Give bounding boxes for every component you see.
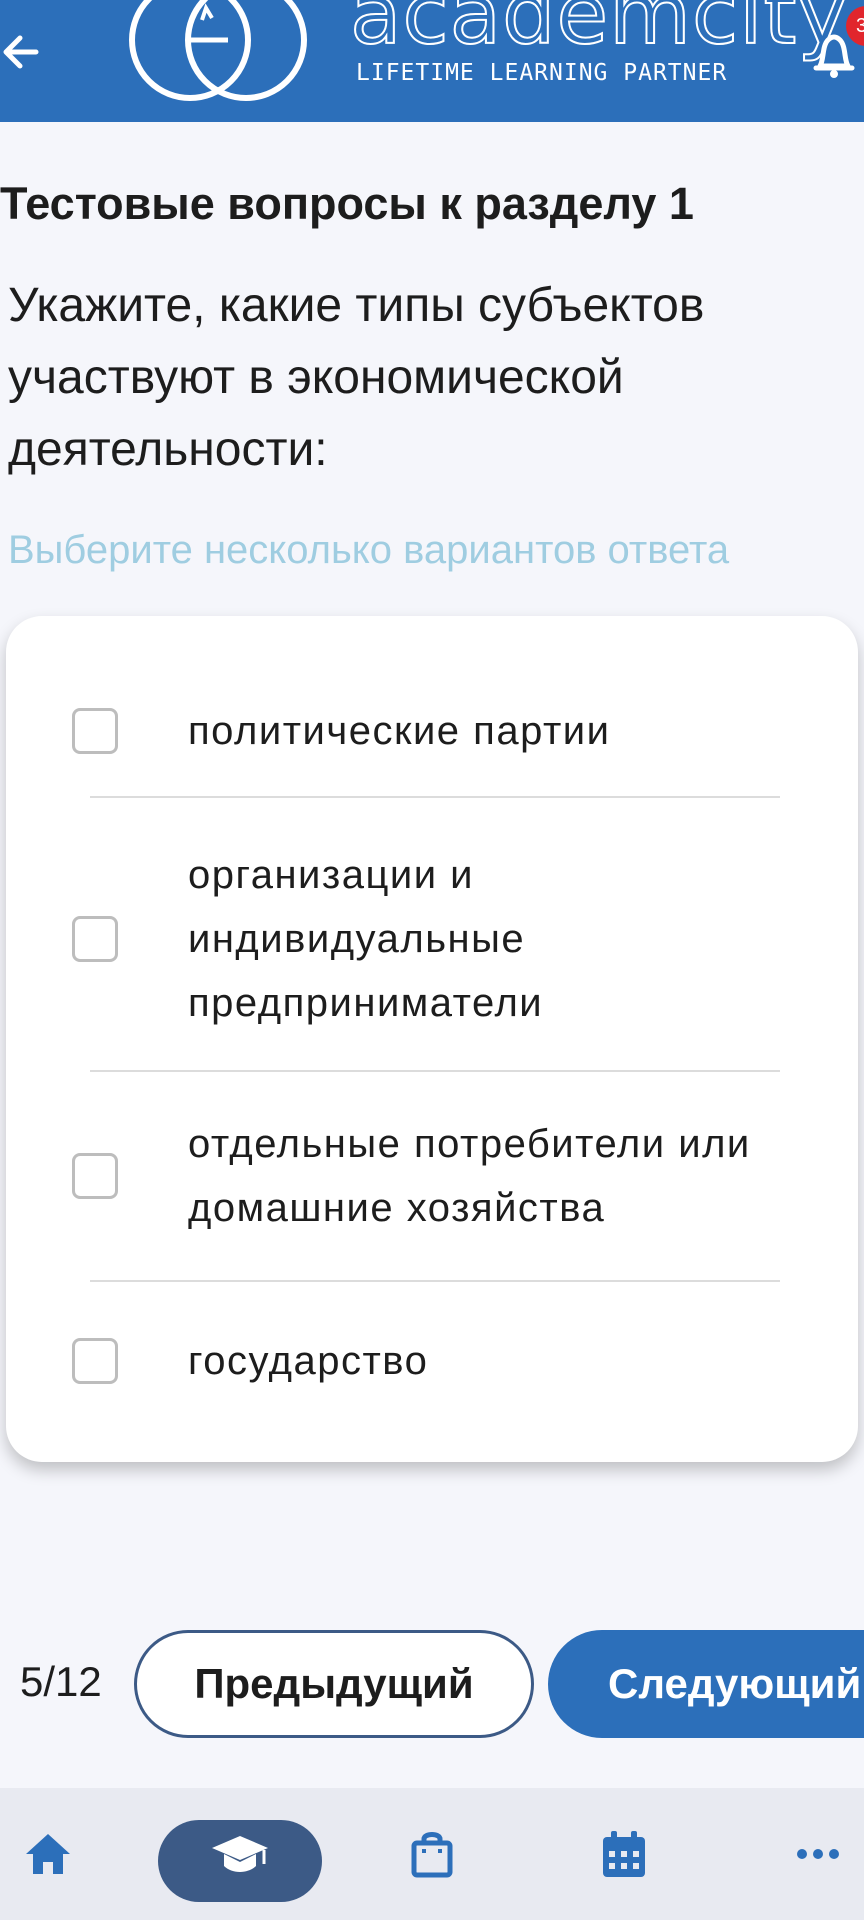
previous-button[interactable]: Предыдущий [134, 1630, 534, 1738]
section-title: Тестовые вопросы к разделу 1 [0, 178, 694, 229]
app-header: academcity LIFETIME LEARNING PARTNER 3 [0, 0, 864, 122]
calendar-icon [603, 1831, 645, 1877]
home-icon [26, 1834, 70, 1874]
option-label: политические партии [188, 709, 611, 753]
answer-option[interactable]: организации и индивидуальные предпринима… [6, 836, 858, 1042]
graduation-cap-icon [212, 1836, 268, 1872]
question-counter: 5/12 [20, 1658, 102, 1705]
option-checkbox[interactable] [72, 708, 118, 754]
back-arrow-icon[interactable] [0, 30, 40, 74]
option-divider [90, 1280, 780, 1282]
app-screen: academcity LIFETIME LEARNING PARTNER 3 Т… [0, 0, 864, 1920]
academcity-logo [129, 0, 307, 101]
option-checkbox[interactable] [72, 916, 118, 962]
next-button[interactable]: Следующий [548, 1630, 864, 1738]
nav-item-courses[interactable] [158, 1788, 322, 1920]
brand-tagline: LIFETIME LEARNING PARTNER [356, 60, 728, 86]
option-label: отдельные потребители или домашние хозяй… [188, 1122, 751, 1230]
answer-option[interactable]: государство [6, 1306, 858, 1416]
nav-item-more[interactable] [790, 1788, 846, 1920]
answer-options-card: политические партии организации и индиви… [6, 616, 858, 1462]
nav-item-shop[interactable] [404, 1788, 460, 1920]
bottom-navigation [0, 1788, 864, 1920]
option-label: государство [188, 1339, 429, 1383]
question-text: Укажите, какие типы субъектов участвуют … [8, 279, 705, 476]
shopping-bag-icon [411, 1832, 453, 1878]
brand-name: academcity [349, 0, 849, 63]
answer-hint: Выберите несколько вариантов ответа [8, 528, 730, 572]
option-checkbox[interactable] [72, 1338, 118, 1384]
option-checkbox[interactable] [72, 1153, 118, 1199]
answer-option[interactable]: политические партии [6, 676, 858, 786]
more-icon [797, 1849, 839, 1859]
answer-option[interactable]: отдельные потребители или домашние хозяй… [6, 1104, 858, 1248]
nav-item-home[interactable] [16, 1788, 80, 1920]
option-divider [90, 1070, 780, 1072]
option-divider [90, 796, 780, 798]
nav-item-calendar[interactable] [596, 1788, 652, 1920]
option-label: организации и индивидуальные предпринима… [188, 853, 544, 1025]
